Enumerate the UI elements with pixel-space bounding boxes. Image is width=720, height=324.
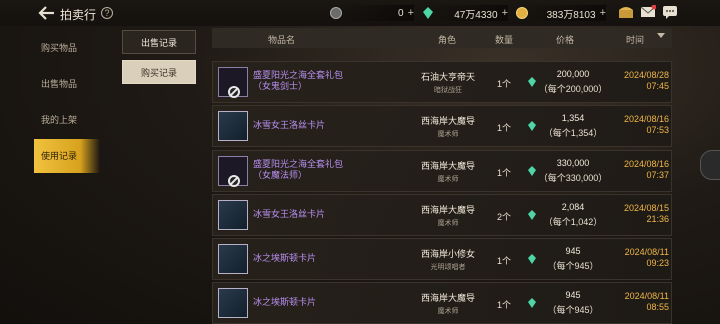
- record-time: 2024/08/11 09:23: [624, 247, 669, 268]
- quantity: 1个: [496, 79, 511, 89]
- sidebar: 购买物品 出售物品 我的上架 使用记录: [34, 30, 100, 173]
- role-class: 魔术师: [437, 176, 459, 183]
- price-total: 330,000: [556, 158, 590, 168]
- mail-icon[interactable]: [640, 5, 656, 19]
- item-name: 冰雪女王洛丝卡片: [253, 209, 326, 219]
- green-gem-icon: [528, 210, 536, 220]
- price-unit: （每个200,000）: [538, 84, 608, 94]
- item-name: 冰之埃斯顿卡片: [253, 297, 317, 307]
- currency-c: 0 +: [330, 5, 414, 21]
- role-name: 西海岸大魔导: [420, 161, 475, 171]
- table-header: 物品名 角色 数量 价格 时间: [212, 28, 672, 48]
- quantity: 1个: [496, 123, 511, 133]
- role-class: 魔术师: [437, 220, 459, 227]
- role-class: 魔术师: [437, 308, 459, 315]
- item-card-icon: [218, 288, 248, 318]
- currency-gold-value: 383万8103: [546, 9, 596, 21]
- sidebar-item-my-listings[interactable]: 我的上架: [34, 102, 100, 138]
- record-time: 2024/08/16 07:37: [623, 159, 669, 180]
- price-unit: （每个1,042）: [543, 217, 603, 227]
- table-row[interactable]: 盛夏阳光之海全套礼包 （女鬼剑士） 石油大亨帝天 暗狱战狂 1个 200,000 …: [212, 61, 672, 103]
- record-time: 2024/08/15 21:36: [623, 203, 669, 224]
- price-unit: （每个945）: [547, 305, 599, 315]
- item-name: 冰雪女王洛丝卡片: [253, 120, 326, 130]
- price-total: 945: [565, 290, 581, 300]
- table-row[interactable]: 冰雪女王洛丝卡片 西海岸大魔导 魔术师 2个 2,084 （每个1,042） 2…: [212, 194, 672, 236]
- item-card-icon: [218, 244, 248, 274]
- item-card-icon: [218, 200, 248, 230]
- header-time[interactable]: 时间: [626, 33, 644, 46]
- gold-coin-icon: [516, 7, 528, 19]
- currency-gem-value: 47万4330: [454, 9, 498, 21]
- quantity: 1个: [496, 168, 511, 178]
- table-row[interactable]: 冰之埃斯顿卡片 西海岸大魔导 魔术师 1个 945 （每个945） 2024/0…: [212, 282, 672, 324]
- coin-c-icon: [330, 7, 342, 19]
- role-name: 西海岸小修女: [420, 249, 475, 259]
- record-tabs: 出售记录 购买记录: [122, 30, 196, 90]
- quantity: 1个: [496, 300, 511, 310]
- price-unit: （每个945）: [547, 261, 599, 271]
- green-gem-icon: [528, 166, 536, 176]
- item-card-icon: [218, 111, 248, 141]
- no-trade-icon: [228, 175, 240, 187]
- add-currency-c-button[interactable]: +: [408, 7, 414, 19]
- record-time: 2024/08/11 08:55: [624, 291, 669, 312]
- sidebar-item-buy[interactable]: 购买物品: [34, 30, 100, 66]
- chest-icon[interactable]: [618, 5, 634, 19]
- help-icon[interactable]: ?: [101, 7, 113, 19]
- item-name: 盛夏阳光之海全套礼包 （女鬼剑士）: [253, 70, 344, 91]
- header-role: 角色: [438, 35, 457, 45]
- price-total: 945: [565, 246, 581, 256]
- currency-gold: 383万8103 +: [516, 5, 606, 21]
- currency-gem: 47万4330 +: [422, 5, 508, 21]
- page-title: 拍卖行: [60, 8, 97, 22]
- sidebar-item-history[interactable]: 使用记录: [34, 139, 100, 173]
- add-gold-button[interactable]: +: [600, 7, 606, 19]
- table-row[interactable]: 冰之埃斯顿卡片 西海岸小修女 光明颂唱者 1个 945 （每个945） 2024…: [212, 238, 672, 280]
- floating-assist-button[interactable]: [700, 150, 720, 180]
- role-name: 西海岸大魔导: [420, 293, 475, 303]
- tab-buy-records[interactable]: 购买记录: [122, 60, 196, 84]
- price-total: 2,084: [561, 202, 585, 212]
- role-name: 西海岸大魔导: [420, 205, 475, 215]
- green-gem-icon: [528, 254, 536, 264]
- record-time: 2024/08/28 07:45: [623, 70, 669, 91]
- role-class: 魔术师: [437, 131, 459, 138]
- header-qty: 数量: [495, 35, 514, 45]
- back-arrow-icon[interactable]: [38, 5, 56, 21]
- add-gem-button[interactable]: +: [502, 7, 508, 19]
- tab-sell-records[interactable]: 出售记录: [122, 30, 196, 54]
- quantity: 2个: [496, 212, 511, 222]
- green-gem-icon: [528, 77, 536, 87]
- role-class: 暗狱战狂: [434, 87, 462, 94]
- table-row[interactable]: 盛夏阳光之海全套礼包 （女魔法师） 西海岸大魔导 魔术师 1个 330,000 （…: [212, 150, 672, 192]
- chat-icon[interactable]: [662, 5, 678, 19]
- role-name: 西海岸大魔导: [420, 116, 475, 126]
- no-trade-icon: [228, 86, 240, 98]
- header-name: 物品名: [268, 35, 296, 45]
- price-total: 1,354: [561, 113, 585, 123]
- table-row[interactable]: 冰雪女王洛丝卡片 西海岸大魔导 魔术师 1个 1,354 （每个1,354） 2…: [212, 105, 672, 147]
- sidebar-item-sell[interactable]: 出售物品: [34, 66, 100, 102]
- price-unit: （每个330,000）: [538, 173, 608, 183]
- top-bar: 拍卖行 ? 0 + 47万4330 + 383万8103 +: [0, 0, 720, 26]
- record-time: 2024/08/16 07:53: [623, 114, 669, 135]
- header-price: 价格: [556, 35, 575, 45]
- green-gem-icon: [528, 121, 536, 131]
- role-name: 石油大亨帝天: [420, 72, 475, 82]
- item-name: 盛夏阳光之海全套礼包 （女魔法师）: [253, 159, 344, 180]
- green-gem-icon: [423, 7, 433, 19]
- green-gem-icon: [528, 298, 536, 308]
- price-total: 200,000: [556, 69, 590, 79]
- sort-down-icon[interactable]: [657, 33, 665, 38]
- currency-c-value: 0: [398, 7, 404, 19]
- role-class: 光明颂唱者: [430, 264, 466, 271]
- price-unit: （每个1,354）: [543, 128, 603, 138]
- item-name: 冰之埃斯顿卡片: [253, 253, 317, 263]
- quantity: 1个: [496, 256, 511, 266]
